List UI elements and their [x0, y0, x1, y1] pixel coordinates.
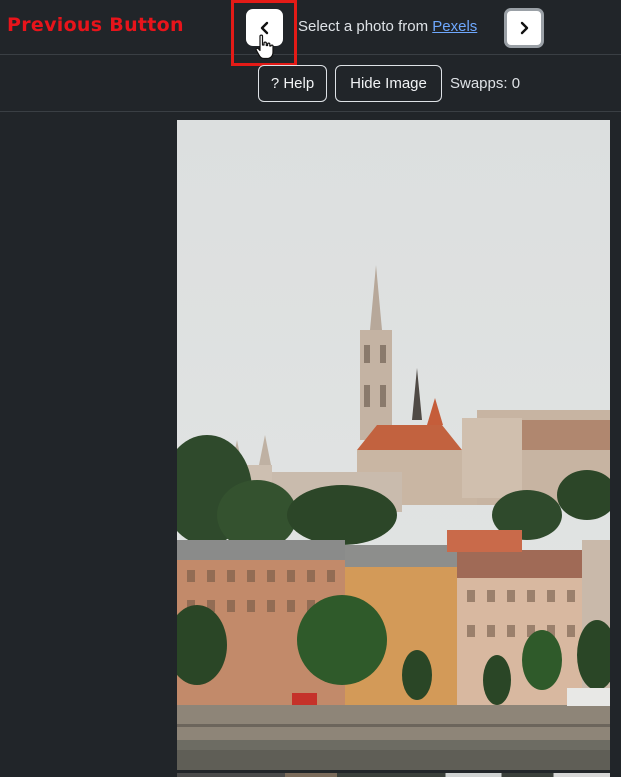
- select-photo-prefix: Select a photo from: [298, 18, 433, 35]
- top-nav-bar: Previous Button Select a photo from Pexe…: [0, 0, 621, 66]
- thumbnail-strip: [177, 773, 610, 777]
- swapps-counter: Swapps: 0: [450, 75, 521, 92]
- annotation-label: Previous Button: [7, 14, 184, 36]
- church-skyline-photo: [177, 120, 610, 770]
- help-button[interactable]: ? Help: [258, 65, 327, 102]
- chevron-right-icon: [520, 21, 529, 35]
- next-button[interactable]: [504, 8, 544, 48]
- toolbar: ? Help Hide Image Swapps: 0: [0, 56, 621, 112]
- pexels-link[interactable]: Pexels: [432, 18, 477, 35]
- select-photo-text: Select a photo from Pexels: [298, 18, 477, 35]
- chevron-left-icon: [260, 21, 268, 34]
- hide-image-button[interactable]: Hide Image: [335, 65, 442, 102]
